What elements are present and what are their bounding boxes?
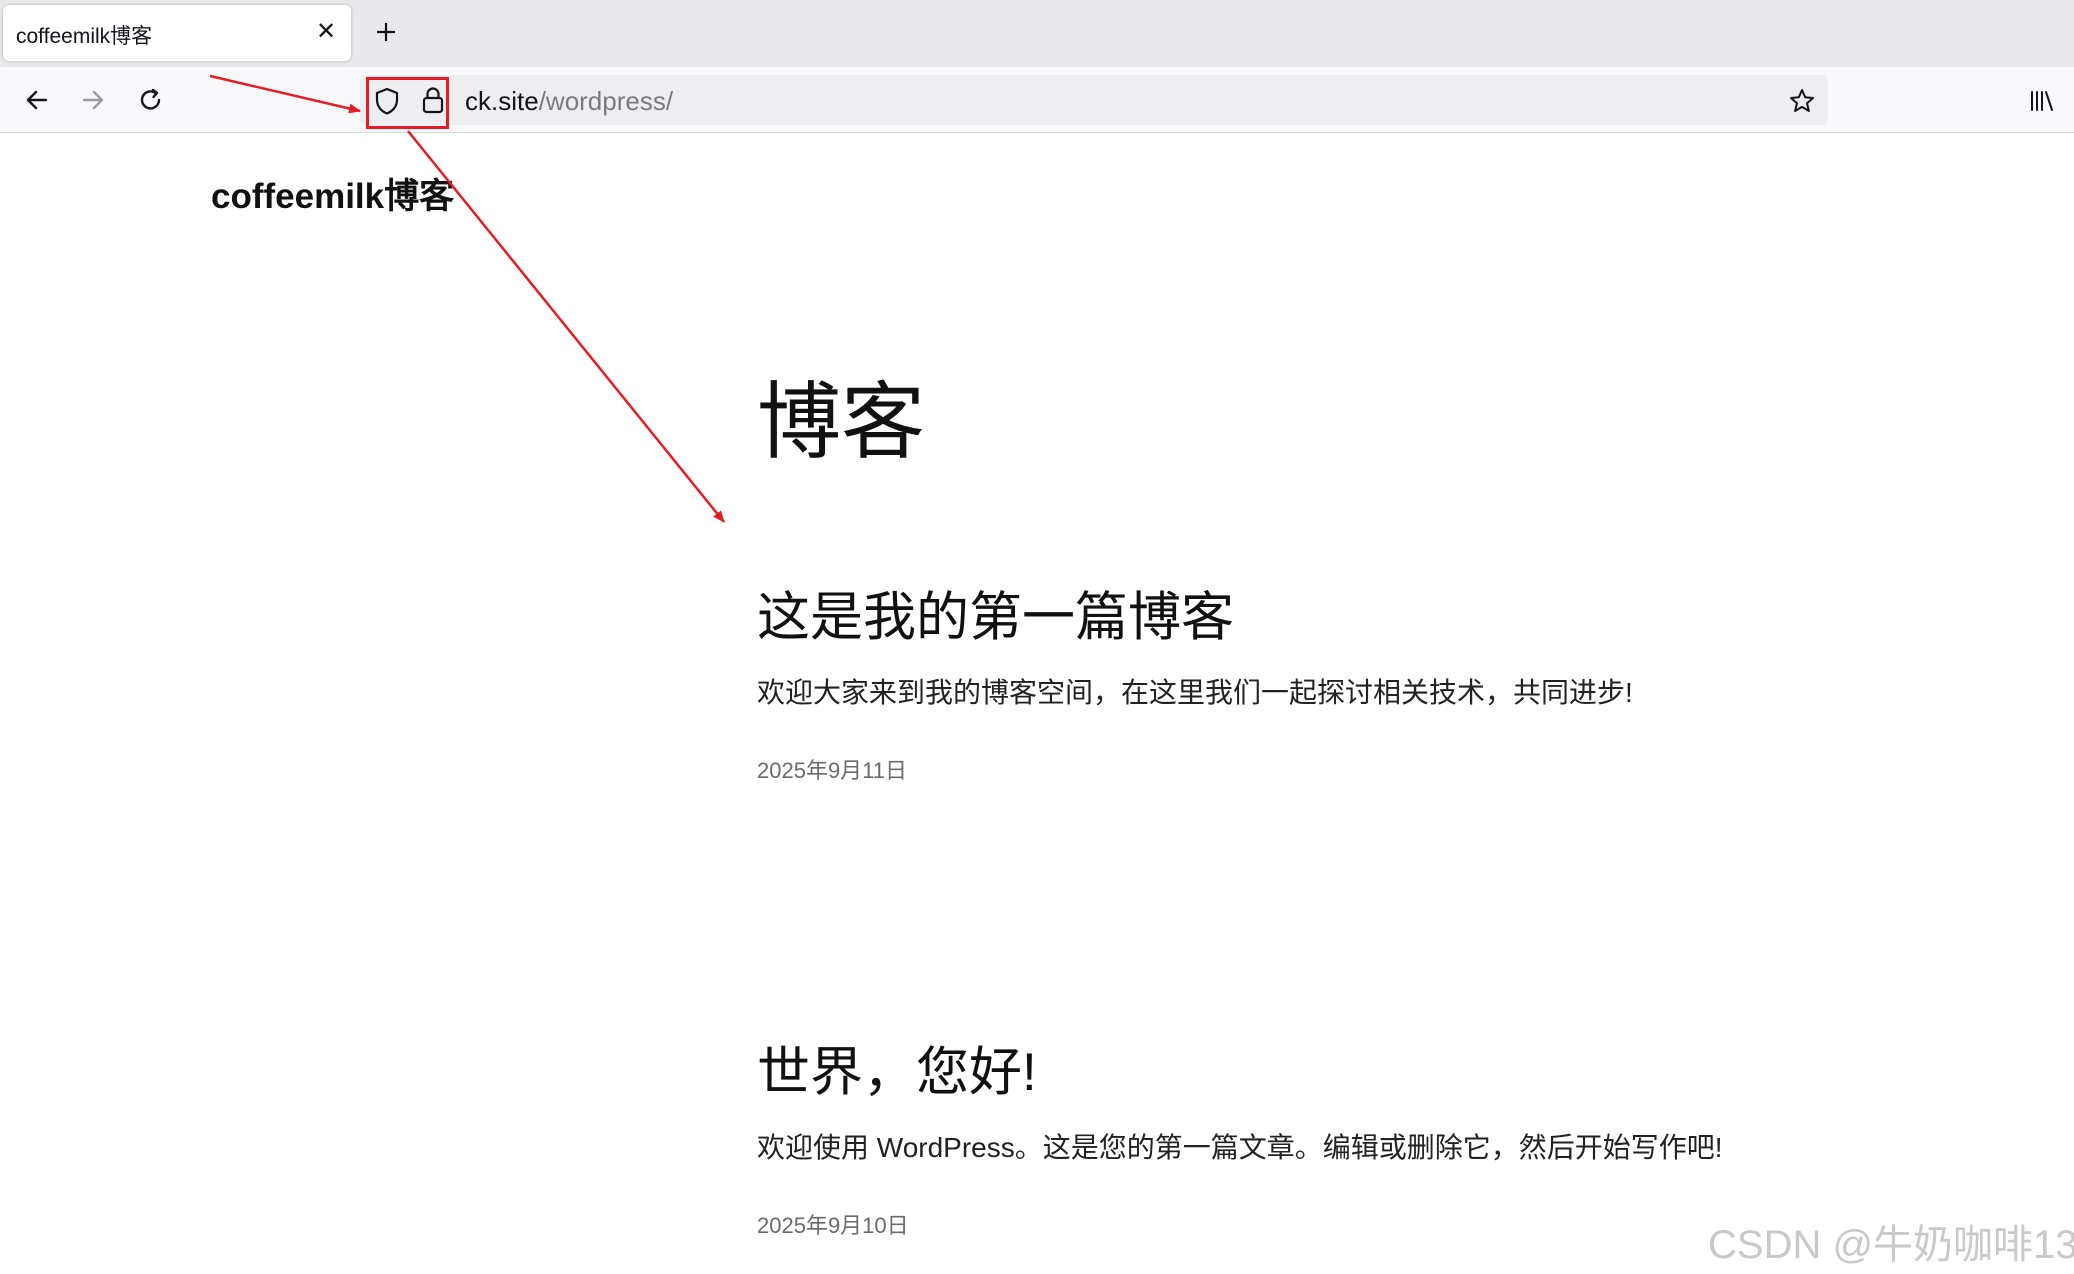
post-date: 2025年9月11日 (757, 758, 908, 783)
post-excerpt: 欢迎大家来到我的博客空间，在这里我们一起探讨相关技术，共同进步! (757, 677, 1633, 708)
reload-icon[interactable] (134, 83, 168, 117)
url-path: /wordpress/ (538, 86, 674, 116)
post-title[interactable]: 世界，您好! (757, 1030, 1957, 1106)
tab-title: coffeemilk博客 (16, 25, 153, 48)
post-title[interactable]: 这是我的第一篇博客 (757, 575, 1957, 651)
post-entry: 这是我的第一篇博客 欢迎大家来到我的博客空间，在这里我们一起探讨相关技术，共同进… (757, 575, 1957, 785)
url-domain: ck.site (465, 86, 539, 116)
star-icon[interactable] (1788, 87, 1816, 115)
library-icon[interactable] (2028, 87, 2056, 115)
annotation-highlight-box (366, 77, 449, 129)
arrow-right-icon[interactable] (76, 83, 110, 117)
post-excerpt: 欢迎使用 WordPress。这是您的第一篇文章。编辑或删除它，然后开始写作吧! (757, 1132, 1723, 1163)
site-title[interactable]: coffeemilk博客 (211, 168, 454, 219)
annotation-arrow-to-content (407, 130, 725, 523)
active-tab[interactable]: coffeemilk博客 ✕ (3, 5, 351, 61)
url-text[interactable]: ck.site/wordpress/ (465, 86, 673, 117)
post-entry: 世界，您好! 欢迎使用 WordPress。这是您的第一篇文章。编辑或删除它，然… (757, 1030, 1957, 1240)
watermark: CSDN @牛奶咖啡13 (1708, 1223, 2074, 1267)
plus-icon[interactable] (372, 18, 400, 46)
close-icon[interactable]: ✕ (315, 20, 337, 44)
arrow-left-icon[interactable] (20, 83, 54, 117)
tab-strip: coffeemilk博客 ✕ (0, 0, 2074, 67)
navigation-toolbar: ck.site/wordpress/ (0, 67, 2074, 133)
page-title: 博客 (757, 375, 926, 469)
